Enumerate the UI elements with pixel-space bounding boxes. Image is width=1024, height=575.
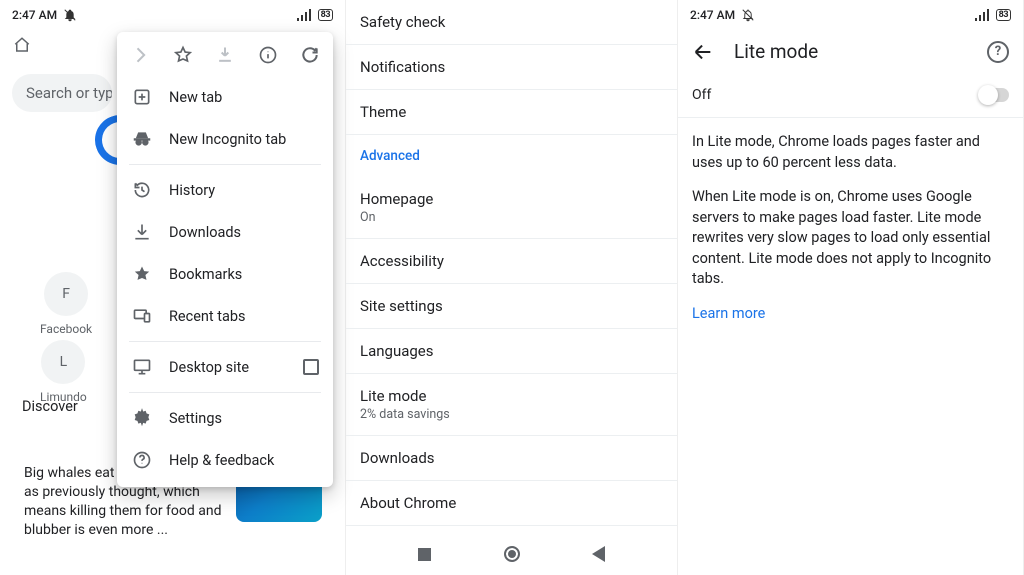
shortcut-facebook[interactable]: F Facebook	[40, 272, 92, 336]
info-icon[interactable]	[257, 44, 279, 66]
statusbar: 2:47 AM 83	[678, 0, 1023, 30]
menu-settings[interactable]: Settings	[117, 397, 333, 439]
dnd-icon	[741, 8, 755, 22]
desktop-checkbox[interactable]	[303, 359, 319, 375]
menu-icon-row	[117, 32, 333, 76]
setting-section-advanced: Advanced	[346, 135, 677, 177]
menu-new-tab[interactable]: New tab	[117, 76, 333, 118]
overflow-menu: New tab New Incognito tab History Downlo…	[117, 32, 333, 487]
download-icon	[214, 44, 236, 66]
setting-notifications[interactable]: Notifications	[346, 45, 677, 90]
history-icon	[131, 179, 153, 201]
help-circle-icon	[131, 449, 153, 471]
shortcut-letter: F	[44, 272, 88, 316]
menu-label: Settings	[169, 410, 222, 427]
shortcut-label: Facebook	[40, 322, 92, 336]
download-arrow-icon	[131, 221, 153, 243]
menu-label: Recent tabs	[169, 308, 246, 325]
lite-paragraph-2: When Lite mode is on, Chrome uses Google…	[692, 187, 1009, 290]
setting-safety-check[interactable]: Safety check	[346, 0, 677, 45]
help-icon[interactable]: ?	[987, 41, 1009, 63]
search-input[interactable]: Search or type	[12, 74, 112, 112]
menu-help[interactable]: Help & feedback	[117, 439, 333, 481]
setting-accessibility[interactable]: Accessibility	[346, 239, 677, 284]
menu-label: Downloads	[169, 224, 241, 241]
screenshot-lite-mode: 2:47 AM 83 Lite mode ? Off In Lite mode,…	[678, 0, 1024, 575]
setting-site-settings[interactable]: Site settings	[346, 284, 677, 329]
screenshot-settings-list: Safety check Notifications Theme Advance…	[346, 0, 678, 575]
toggle-switch[interactable]	[979, 88, 1009, 102]
menu-bookmarks[interactable]: Bookmarks	[117, 253, 333, 295]
incognito-icon	[131, 128, 153, 150]
menu-label: History	[169, 182, 215, 199]
battery-icon: 83	[996, 9, 1011, 21]
refresh-icon[interactable]	[299, 44, 321, 66]
menu-incognito[interactable]: New Incognito tab	[117, 118, 333, 160]
menu-divider	[129, 341, 321, 342]
star-filled-icon	[131, 263, 153, 285]
menu-desktop-site[interactable]: Desktop site	[117, 346, 333, 388]
status-time: 2:47 AM	[690, 8, 735, 22]
setting-about-chrome[interactable]: About Chrome	[346, 481, 677, 526]
menu-label: Desktop site	[169, 359, 249, 376]
screenshot-chrome-menu: 2:47 AM 83 Search or type F Facebook L L…	[0, 0, 346, 575]
signal-icon	[296, 9, 312, 21]
battery-icon: 83	[318, 9, 333, 21]
dnd-icon	[63, 8, 77, 22]
menu-downloads[interactable]: Downloads	[117, 211, 333, 253]
menu-label: New tab	[169, 89, 222, 106]
signal-icon	[974, 9, 990, 21]
lite-mode-toggle-row[interactable]: Off	[678, 73, 1023, 118]
monitor-icon	[131, 356, 153, 378]
android-navbar	[346, 533, 677, 575]
menu-divider	[129, 392, 321, 393]
menu-divider	[129, 164, 321, 165]
menu-recent-tabs[interactable]: Recent tabs	[117, 295, 333, 337]
plus-square-icon	[131, 86, 153, 108]
gear-icon	[131, 407, 153, 429]
lite-paragraph-1: In Lite mode, Chrome loads pages faster …	[692, 132, 1009, 173]
menu-label: New Incognito tab	[169, 131, 286, 148]
setting-languages[interactable]: Languages	[346, 329, 677, 374]
status-time: 2:47 AM	[12, 8, 57, 22]
star-icon[interactable]	[172, 44, 194, 66]
shortcut-letter: L	[41, 340, 85, 384]
menu-label: Help & feedback	[169, 452, 274, 469]
lite-mode-header: Lite mode ?	[678, 30, 1023, 73]
home-icon[interactable]	[12, 36, 32, 54]
devices-icon	[131, 305, 153, 327]
menu-history[interactable]: History	[117, 169, 333, 211]
toggle-label: Off	[692, 87, 711, 103]
nav-home-icon[interactable]	[504, 546, 520, 562]
learn-more-link[interactable]: Learn more	[692, 305, 765, 322]
menu-label: Bookmarks	[169, 266, 242, 283]
discover-heading: Discover	[22, 398, 78, 415]
lite-mode-body: In Lite mode, Chrome loads pages faster …	[678, 118, 1023, 339]
toggle-knob	[978, 85, 998, 105]
nav-recents-icon[interactable]	[418, 548, 431, 561]
setting-downloads[interactable]: Downloads	[346, 436, 677, 481]
setting-theme[interactable]: Theme	[346, 90, 677, 135]
statusbar: 2:47 AM 83	[0, 0, 345, 30]
forward-icon	[129, 44, 151, 66]
back-icon[interactable]	[692, 41, 714, 63]
shortcut-limundo[interactable]: L Limundo	[40, 340, 87, 404]
page-title: Lite mode	[734, 40, 967, 63]
setting-lite-mode[interactable]: Lite mode 2% data savings	[346, 374, 677, 436]
nav-back-icon[interactable]	[592, 546, 605, 562]
setting-homepage[interactable]: Homepage On	[346, 177, 677, 239]
